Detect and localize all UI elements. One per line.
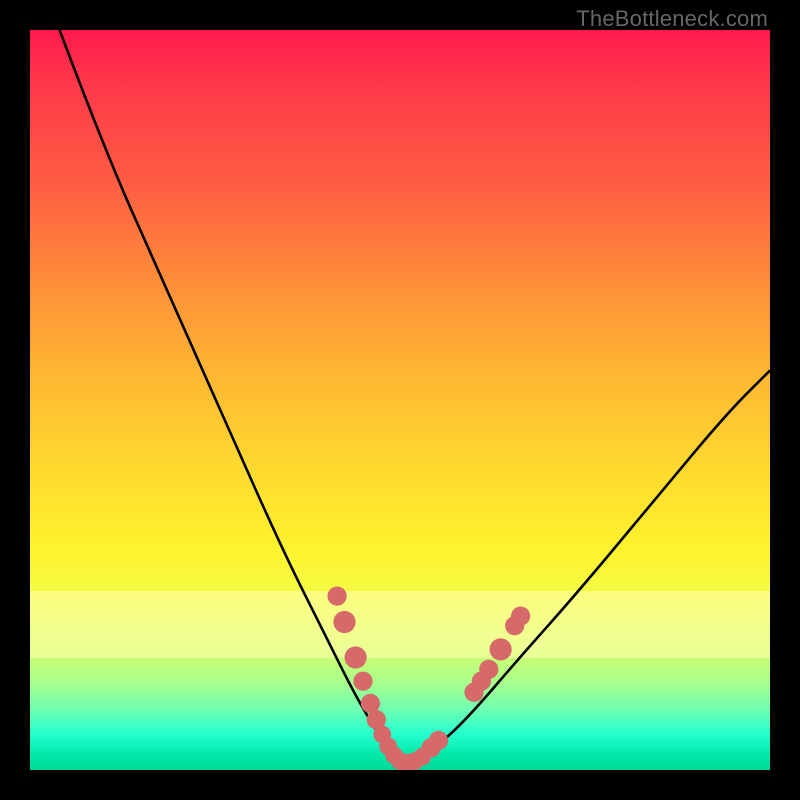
curve-marker bbox=[353, 672, 372, 691]
curve-marker bbox=[345, 646, 367, 668]
chart-plot-area bbox=[30, 30, 770, 770]
curve-marker bbox=[429, 731, 448, 750]
chart-svg bbox=[30, 30, 770, 770]
curve-marker bbox=[479, 660, 498, 679]
curve-marker bbox=[333, 611, 355, 633]
watermark-text: TheBottleneck.com bbox=[576, 6, 768, 32]
curve-marker bbox=[511, 606, 530, 625]
curve-marker bbox=[327, 586, 346, 605]
bottleneck-curve-line bbox=[60, 30, 770, 763]
curve-markers bbox=[327, 586, 530, 770]
chart-frame: TheBottleneck.com bbox=[0, 0, 800, 800]
curve-marker bbox=[490, 638, 512, 660]
